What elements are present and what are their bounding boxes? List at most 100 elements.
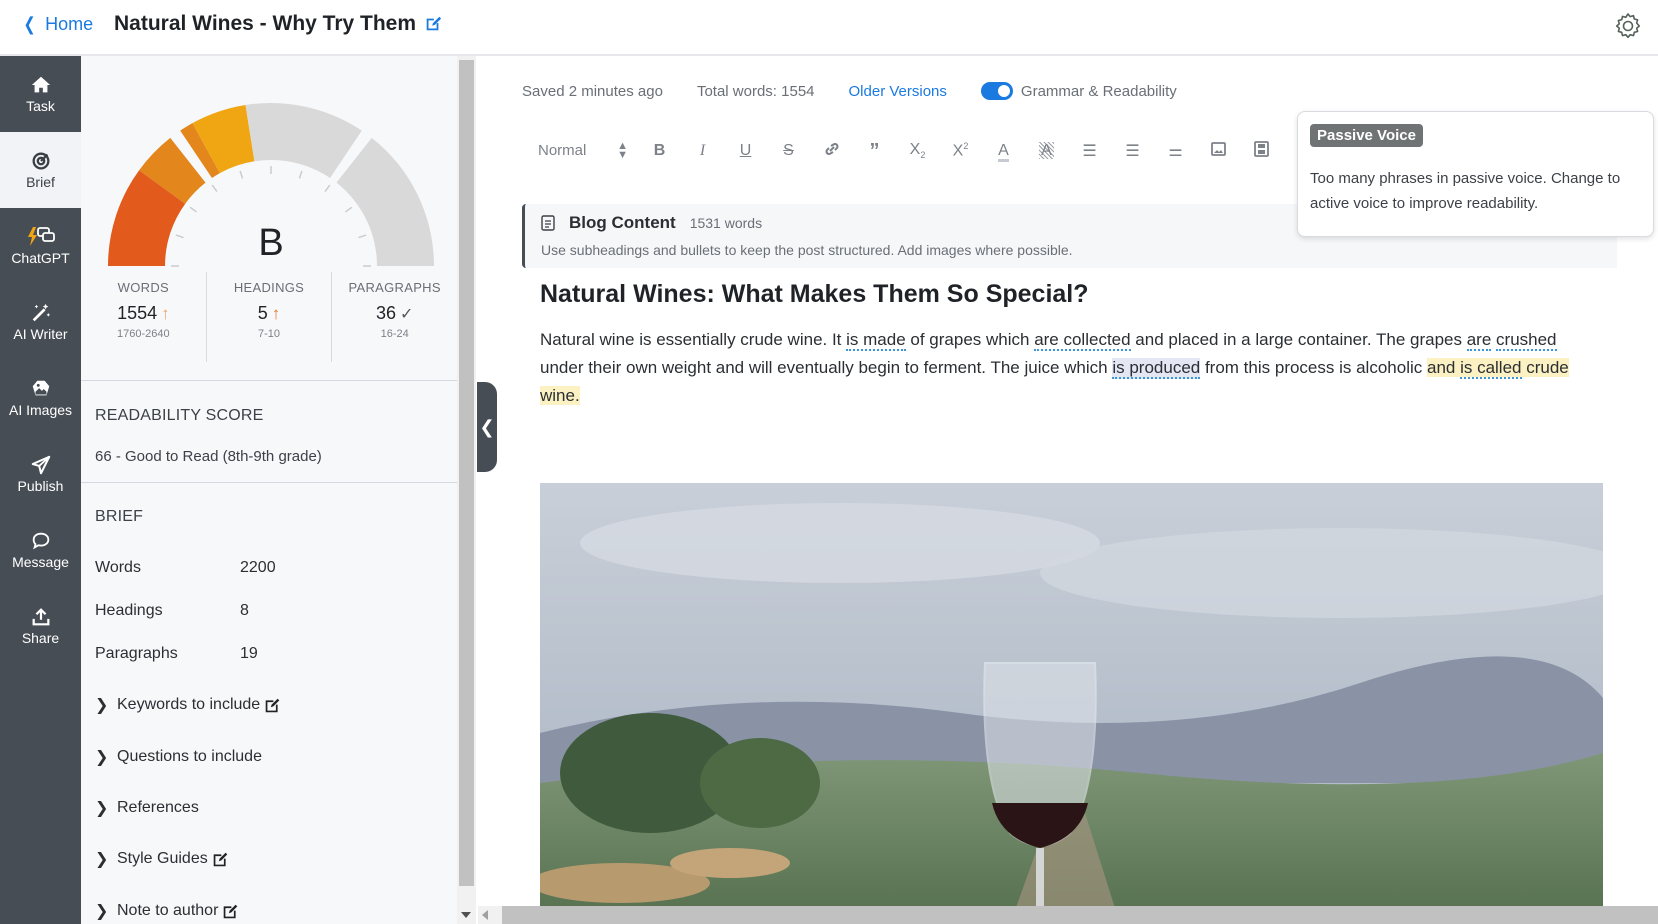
subscript-button[interactable]: X2	[896, 141, 939, 160]
section-references[interactable]: ❯ References	[95, 798, 199, 818]
divider	[81, 482, 457, 483]
section-label: Style Guides	[117, 850, 208, 867]
home-back-link[interactable]: ❮ Home	[22, 14, 94, 35]
chevron-left-icon: ❮	[479, 416, 495, 437]
section-label: Questions to include	[117, 748, 262, 765]
brief-title: BRIEF	[95, 508, 144, 525]
passive-voice-tooltip: Passive Voice Too many phrases in passiv…	[1297, 111, 1654, 237]
editor-horizontal-scrollbar[interactable]	[478, 906, 1658, 924]
bold-button[interactable]: B	[638, 142, 681, 160]
nav-item-ai-writer[interactable]: AI Writer	[0, 284, 81, 360]
nav-label: Share	[21, 630, 60, 646]
edit-icon[interactable]	[222, 903, 239, 920]
edit-icon[interactable]	[424, 15, 442, 33]
image-icon	[1211, 141, 1226, 156]
grammar-readability-toggle[interactable]: Grammar & Readability	[980, 82, 1177, 100]
section-questions[interactable]: ❯ Questions to include	[95, 747, 262, 767]
passive-voice-phrase[interactable]: are collected	[1034, 330, 1131, 351]
italic-button[interactable]: I	[681, 142, 724, 160]
stat-value: 5 ↑	[207, 303, 332, 324]
link-button[interactable]	[810, 141, 853, 162]
stat-value: 1554 ↑	[81, 303, 206, 324]
document-title: Natural Wines - Why Try Them	[114, 12, 442, 36]
passive-voice-phrase[interactable]: are	[1466, 330, 1492, 351]
scrollbar-thumb[interactable]	[459, 60, 474, 886]
ordered-list-button[interactable]: ☰	[1068, 141, 1111, 161]
edit-icon[interactable]	[264, 697, 281, 714]
stat-number: 1554	[117, 303, 158, 323]
chevron-right-icon: ❯	[95, 800, 109, 817]
section-note-to-author[interactable]: ❯ Note to author	[95, 901, 239, 921]
brief-row-value: 8	[240, 602, 249, 619]
strikethrough-button[interactable]: S	[767, 142, 810, 160]
nav-item-share[interactable]: Share	[0, 588, 81, 664]
passive-voice-phrase-active[interactable]: is produced	[1112, 358, 1201, 379]
edit-icon[interactable]	[212, 851, 229, 868]
passive-voice-phrase[interactable]: crushed	[1496, 330, 1557, 351]
wine-glass-photo[interactable]	[540, 483, 1603, 924]
nav-item-message[interactable]: Message	[0, 512, 81, 588]
brief-row-label: Paragraphs	[95, 645, 178, 662]
nav-label: AI Images	[8, 402, 73, 418]
stat-paragraphs: PARAGRAPHS 36 ✓ 16-24	[332, 272, 457, 362]
scroll-down-arrow-icon[interactable]	[461, 912, 471, 918]
gauge-tick	[211, 184, 218, 193]
stat-number: 5	[257, 303, 268, 323]
brief-row-value: 2200	[240, 559, 276, 576]
superscript-button[interactable]: X2	[939, 141, 982, 160]
text-color-button[interactable]: A	[982, 142, 1025, 162]
score-gauge: B	[101, 74, 441, 274]
brief-row-label: Headings	[95, 602, 163, 619]
section-keywords[interactable]: ❯ Keywords to include	[95, 695, 281, 715]
bullet-list-button[interactable]: ☰	[1111, 141, 1154, 161]
paper-plane-icon	[31, 455, 50, 475]
tooltip-badge: Passive Voice	[1310, 124, 1423, 147]
nav-item-ai-images[interactable]: AI Images	[0, 360, 81, 436]
arrow-up-icon: ↑	[161, 303, 170, 323]
settings-gear-icon[interactable]	[1612, 10, 1644, 42]
gauge-segment-empty	[245, 102, 362, 178]
brief-panel: B WORDS 1554 ↑ 1760-2640 HEADINGS 5 ↑ 7-10…	[81, 56, 457, 924]
chevron-right-icon: ❯	[95, 851, 109, 868]
stat-label: WORDS	[117, 280, 169, 295]
section-hint: Use subheadings and bullets to keep the …	[541, 242, 1073, 258]
passive-voice-phrase[interactable]: is called	[1460, 358, 1522, 379]
insert-video-button[interactable]	[1240, 140, 1283, 162]
readability-value: 66 - Good to Read (8th-9th grade)	[95, 448, 322, 465]
stat-headings: HEADINGS 5 ↑ 7-10	[207, 272, 333, 362]
stat-label: PARAGRAPHS	[348, 280, 441, 295]
section-title: Blog Content	[569, 213, 676, 232]
older-versions-link[interactable]: Older Versions	[849, 83, 947, 100]
link-icon	[825, 142, 838, 155]
section-label: References	[117, 799, 199, 816]
blockquote-button[interactable]: ”	[853, 140, 896, 163]
content-paragraph[interactable]: Natural wine is essentially crude wine. …	[540, 326, 1600, 410]
panel-scrollbar[interactable]	[457, 56, 476, 924]
scroll-left-arrow-icon[interactable]	[482, 910, 488, 920]
top-bar: ❮ Home Natural Wines - Why Try Them	[0, 0, 1658, 56]
passive-voice-phrase[interactable]: is made	[846, 330, 906, 351]
nav-item-brief[interactable]: Brief	[0, 132, 81, 208]
total-words: Total words: 1554	[696, 82, 815, 100]
updown-icon: ▲ ▼	[617, 140, 628, 161]
align-button[interactable]: ⚌	[1154, 141, 1197, 161]
chevron-right-icon: ❯	[95, 749, 109, 766]
left-nav: Task Brief ChatGPT AI Writer AI Images P…	[0, 56, 81, 924]
underline-button[interactable]: U	[724, 142, 767, 160]
brief-row-headings: Headings 8	[95, 602, 249, 620]
message-icon	[32, 532, 49, 550]
toggle-label: Grammar & Readability	[1020, 82, 1177, 100]
brief-row-label: Words	[95, 559, 141, 576]
content-heading[interactable]: Natural Wines: What Makes Them So Specia…	[540, 280, 1089, 309]
toggle-switch[interactable]	[980, 82, 1013, 100]
format-select[interactable]: Normal ▲ ▼	[538, 140, 638, 161]
nav-item-publish[interactable]: Publish	[0, 436, 81, 512]
insert-image-button[interactable]	[1197, 141, 1240, 161]
nav-item-chatgpt[interactable]: ChatGPT	[0, 208, 81, 284]
collapse-panel-button[interactable]: ❮	[477, 382, 497, 472]
text-run: and placed in a large container. The gra…	[1130, 330, 1467, 349]
highlight-button[interactable]: A	[1025, 142, 1068, 160]
nav-item-task[interactable]: Task	[0, 56, 81, 132]
nav-label: Brief	[26, 174, 55, 190]
section-style-guides[interactable]: ❯ Style Guides	[95, 849, 229, 869]
